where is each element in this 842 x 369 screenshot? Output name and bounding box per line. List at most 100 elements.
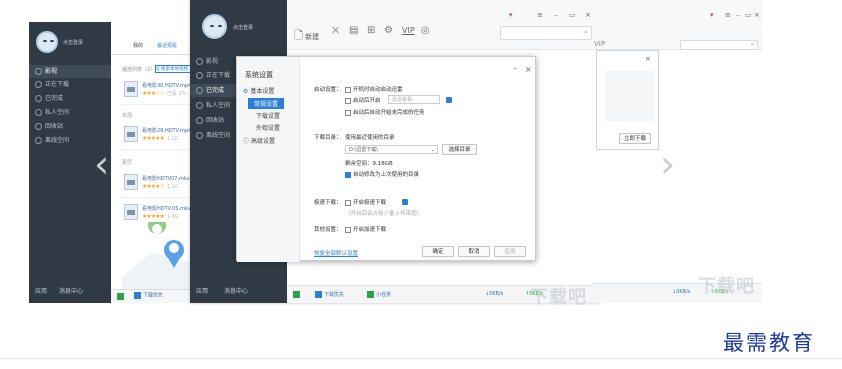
file-name: 看电影HDTV.05.mkv — [142, 206, 191, 212]
checkbox-label: 开机时自动启动迅雷 — [353, 87, 403, 93]
sidebar-item-private[interactable]: 私人空间 — [29, 106, 111, 119]
sidebar-item-label: 私人空间 — [45, 109, 70, 116]
speedup-icon[interactable]: ◎ — [421, 25, 430, 36]
brand-logo-text: 最需教育 — [723, 331, 815, 355]
close-icon[interactable]: × — [585, 11, 591, 19]
tab-recent[interactable]: 最近观看 — [157, 42, 177, 49]
search-input[interactable]: ⌕ — [500, 26, 592, 40]
tab-mine[interactable]: 我的 — [133, 42, 143, 49]
close-icon[interactable]: × — [525, 65, 532, 74]
avatar[interactable] — [202, 14, 227, 39]
lightspeed-checkbox[interactable]: 开启极速下载 — [345, 198, 386, 206]
file-extra: 1.1G — [166, 184, 179, 190]
priority-label[interactable]: 下载优先 — [143, 293, 163, 299]
login-link[interactable]: 点击登录 — [63, 39, 83, 46]
open-after-start-checkbox[interactable]: 启动后开启 — [345, 96, 381, 104]
messages-button[interactable]: 消息中心 — [59, 288, 83, 295]
free-space-label: 剩余空间：9.18GB — [345, 161, 393, 167]
new-task-button[interactable]: 🗋 新建 — [294, 27, 319, 46]
checkbox[interactable] — [345, 86, 351, 93]
gear-icon[interactable]: ⚙ — [384, 25, 393, 36]
priority-button[interactable]: 下载优先 — [315, 291, 344, 298]
watermark: 下载吧 — [698, 276, 755, 297]
close-icon[interactable]: × — [754, 11, 760, 19]
watermark: 下载吧 — [530, 287, 587, 308]
sidebar-item-label: 影视 — [206, 58, 219, 65]
menu-icon[interactable]: ≡ — [537, 11, 543, 19]
restore-defaults-link[interactable]: 恢复全部默认设置 — [314, 249, 358, 257]
download-path-input[interactable]: D:\迅雷下载\ ⌄ — [345, 145, 438, 154]
accelerate-checkbox[interactable]: 开启加速下载 — [345, 225, 386, 233]
startup-app-select[interactable]: 迅雷看看 — [388, 95, 440, 104]
checkbox[interactable] — [345, 226, 351, 233]
search-icon: ⌕ — [584, 28, 588, 36]
autostart-checkbox[interactable]: 开机时自动启动迅雷 — [345, 85, 403, 93]
info-icon[interactable] — [446, 97, 452, 103]
maximize-icon[interactable]: ▭ — [745, 11, 752, 19]
sidebar-item-label: 回收站 — [206, 117, 225, 124]
file-extra: 1.2G — [166, 136, 179, 142]
choose-dir-button[interactable]: 选择目录 — [442, 144, 477, 155]
prev-slide-arrow[interactable]: ‹ — [94, 142, 109, 186]
film-icon — [196, 58, 203, 65]
minimize-icon[interactable]: – — [554, 11, 558, 19]
nav-general-settings[interactable]: 常规设置 — [248, 98, 285, 109]
info-icon[interactable] — [402, 199, 408, 205]
minimize-icon[interactable]: – — [513, 64, 517, 73]
home-icon — [196, 102, 203, 109]
auto-resume-checkbox[interactable]: 启动后自动开始未完成的任务 — [345, 108, 425, 116]
login-link[interactable]: 点击登录 — [233, 24, 253, 31]
sidebar-item-movies[interactable]: 影视 — [29, 65, 111, 78]
skin-icon[interactable]: ▾ — [710, 11, 714, 19]
download-icon — [35, 81, 42, 88]
cloud-icon — [35, 137, 42, 144]
nav-advanced-settings[interactable]: ⓘ 高级设置 — [243, 136, 275, 145]
auto-last-dir-checkbox[interactable]: 自动修改为上次使用的目录 — [345, 170, 419, 178]
right-preview-window: ▾ ≡ – ▭ × VIP ⌕ ↓0KB/s ↑0KB/s — [592, 0, 762, 303]
home-icon — [35, 109, 42, 116]
checkbox-label: 自动修改为上次使用的目录 — [353, 172, 420, 178]
group-label: 播放列表（2） — [122, 67, 156, 73]
vip-button[interactable]: VIP — [402, 26, 415, 35]
cancel-button[interactable]: 取消 — [458, 246, 490, 257]
file-name: 看电影29.HDTV.mp4 — [142, 128, 192, 134]
nav-appearance-settings[interactable]: 外观设置 — [256, 123, 280, 132]
apply-button[interactable]: 应用 — [494, 246, 526, 257]
minimize-icon[interactable]: – — [736, 11, 740, 19]
sidebar-item-completed[interactable]: 已完成 — [29, 92, 111, 105]
ok-button[interactable]: 确定 — [422, 246, 454, 257]
download-path-value: D:\迅雷下载\ — [349, 147, 378, 153]
avatar[interactable] — [36, 31, 58, 53]
chevron-down-icon[interactable]: ⌄ — [431, 146, 435, 154]
sidebar-item-trash[interactable]: 回收站 — [29, 120, 111, 133]
delete-icon[interactable]: ✕ — [331, 24, 340, 37]
skin-icon[interactable]: ▾ — [509, 11, 513, 19]
sidebar-item-downloading[interactable]: 正在下载 — [29, 78, 111, 91]
messages-button[interactable]: 消息中心 — [224, 288, 248, 295]
search-input[interactable]: ⌕ — [680, 40, 758, 50]
nav-label: 基本设置 — [250, 88, 275, 95]
close-icon[interactable]: × — [645, 55, 651, 63]
maximize-icon[interactable]: ▭ — [569, 11, 576, 19]
nav-basic-settings[interactable]: ⚙ 基本设置 — [243, 86, 274, 95]
checkbox[interactable] — [345, 199, 351, 206]
download-now-button[interactable]: 立即下载 — [619, 133, 651, 144]
checkbox[interactable] — [345, 109, 351, 116]
divider — [0, 358, 842, 359]
menu-icon[interactable]: ≡ — [725, 11, 731, 19]
apps-button[interactable]: 应用 — [35, 288, 47, 295]
search-input[interactable]: Q 搜索本地视频 — [155, 65, 193, 73]
next-slide-arrow[interactable]: › — [660, 142, 675, 186]
grid-icon[interactable]: ⊞ — [367, 25, 375, 36]
nav-download-settings[interactable]: 下载设置 — [256, 111, 280, 120]
checkbox[interactable] — [345, 97, 351, 104]
vip-button[interactable]: VIP — [594, 40, 605, 48]
startup-label: 启动设置： — [314, 87, 342, 93]
toolbar: ▾ ≡ – ▭ × 🗋 新建 ✕ ▤ ⊞ ⚙ VIP ◎ ⌕ — [287, 0, 600, 50]
download-speed-value: 0KB/s — [676, 289, 691, 295]
checkbox-checked[interactable] — [345, 171, 351, 178]
apps-button[interactable]: 应用 — [196, 288, 208, 295]
tasks-button[interactable]: 小任务 — [367, 291, 391, 298]
file-icon[interactable]: ▤ — [349, 25, 358, 36]
priority-icon — [315, 291, 322, 298]
